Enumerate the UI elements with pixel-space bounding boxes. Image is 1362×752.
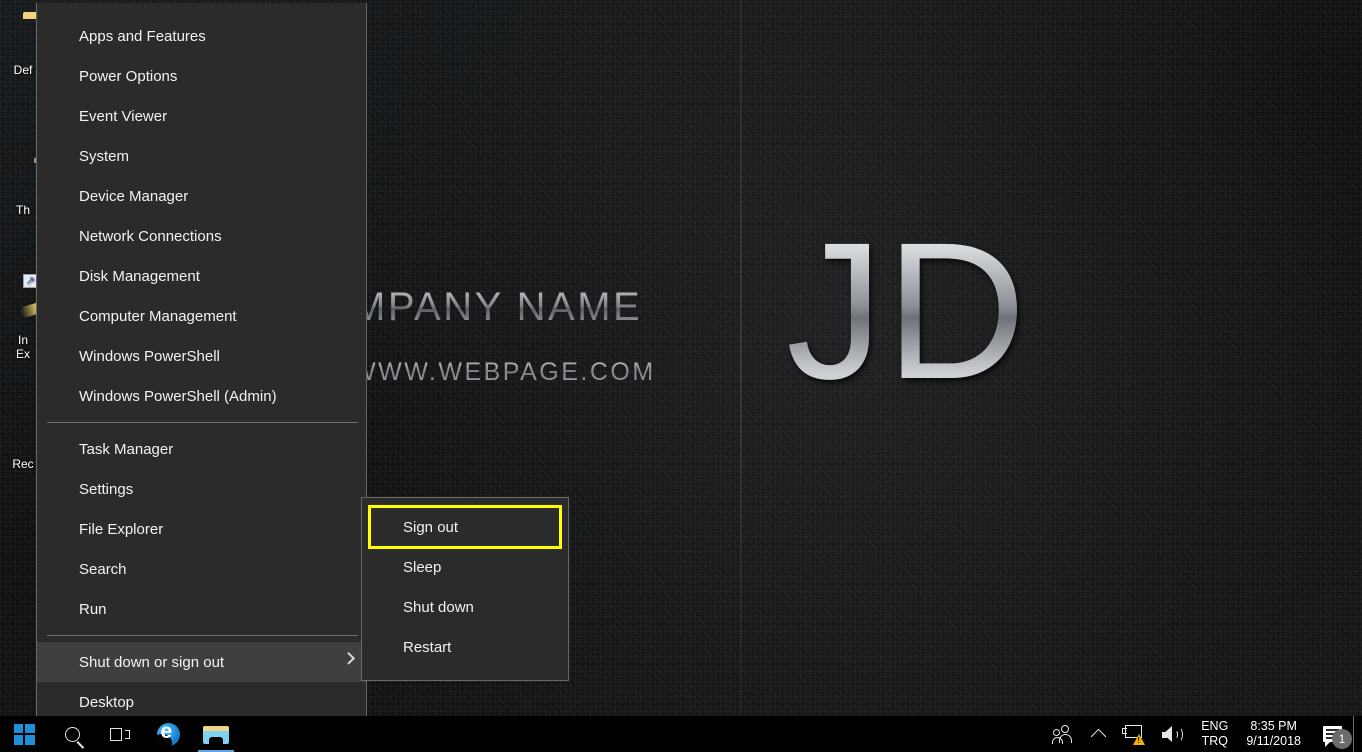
volume-icon xyxy=(1162,725,1184,743)
winx-context-menu[interactable]: Apps and Features Power Options Event Vi… xyxy=(36,3,367,722)
taskbar-item-edge[interactable] xyxy=(144,716,192,752)
edge-icon xyxy=(156,722,180,746)
menu-item-computer-management[interactable]: Computer Management xyxy=(37,296,366,336)
menu-item-label: File Explorer xyxy=(79,520,164,538)
clock[interactable]: 8:35 PM 9/11/2018 xyxy=(1236,716,1311,752)
menu-item-system[interactable]: System xyxy=(37,136,366,176)
search-icon xyxy=(64,726,80,742)
chevron-up-icon xyxy=(1090,728,1107,744)
menu-item-label: Shut down or sign out xyxy=(79,653,225,671)
menu-item-label: Computer Management xyxy=(79,307,237,325)
menu-separator xyxy=(47,422,358,423)
menu-item-settings[interactable]: Settings xyxy=(37,469,366,509)
menu-item-label: Windows PowerShell xyxy=(79,347,220,365)
menu-item-network-connections[interactable]: Network Connections xyxy=(37,216,366,256)
show-desktop-button[interactable] xyxy=(1353,716,1362,752)
chevron-right-icon xyxy=(342,651,356,665)
task-view-button[interactable] xyxy=(96,716,144,752)
menu-separator xyxy=(47,635,358,636)
search-button[interactable] xyxy=(48,716,96,752)
menu-item-windows-powershell-admin[interactable]: Windows PowerShell (Admin) xyxy=(37,376,366,416)
clock-time: 8:35 PM xyxy=(1250,719,1297,733)
shutdown-submenu[interactable]: Sign out Sleep Shut down Restart xyxy=(361,497,569,681)
menu-item-label: Event Viewer xyxy=(79,107,168,125)
menu-item-shut-down-or-sign-out[interactable]: Shut down or sign out xyxy=(37,642,366,682)
submenu-item-shut-down[interactable]: Shut down xyxy=(362,587,568,627)
taskbar-item-file-explorer[interactable] xyxy=(192,716,240,752)
network-status-button[interactable] xyxy=(1113,716,1153,752)
people-icon xyxy=(1052,725,1075,744)
menu-item-label: Settings xyxy=(79,480,134,498)
language-primary: ENG xyxy=(1201,719,1229,733)
menu-item-label: Search xyxy=(79,560,127,578)
menu-item-file-explorer[interactable]: File Explorer xyxy=(37,509,366,549)
people-button[interactable] xyxy=(1044,716,1084,752)
submenu-item-label: Sleep xyxy=(403,558,442,576)
file-explorer-icon xyxy=(203,724,229,744)
system-tray[interactable]: ENG TRQ 8:35 PM 9/11/2018 1 xyxy=(1044,716,1362,752)
menu-item-label: Device Manager xyxy=(79,187,189,205)
submenu-item-sleep[interactable]: Sleep xyxy=(362,547,568,587)
wallpaper-seam xyxy=(740,0,742,716)
menu-item-power-options[interactable]: Power Options xyxy=(37,56,366,96)
submenu-item-label: Restart xyxy=(403,638,452,656)
submenu-item-sign-out[interactable]: Sign out xyxy=(368,505,562,549)
volume-button[interactable] xyxy=(1153,716,1193,752)
menu-item-label: Run xyxy=(79,600,107,618)
menu-item-label: Disk Management xyxy=(79,267,200,285)
menu-item-event-viewer[interactable]: Event Viewer xyxy=(37,96,366,136)
menu-item-device-manager[interactable]: Device Manager xyxy=(37,176,366,216)
wallpaper-initials: JD xyxy=(786,202,1029,420)
windows-logo-icon xyxy=(13,723,35,745)
menu-item-apps-and-features[interactable]: Apps and Features xyxy=(37,16,366,56)
menu-item-search[interactable]: Search xyxy=(37,549,366,589)
menu-top-padding xyxy=(37,3,366,16)
notification-badge: 1 xyxy=(1332,729,1352,749)
task-view-icon xyxy=(110,727,130,742)
menu-item-label: Network Connections xyxy=(79,227,222,245)
start-button[interactable] xyxy=(0,716,48,752)
wallpaper-website: WWW.WEBPAGE.COM xyxy=(352,358,656,386)
menu-item-windows-powershell[interactable]: Windows PowerShell xyxy=(37,336,366,376)
menu-item-label: Power Options xyxy=(79,67,178,85)
menu-item-label: Desktop xyxy=(79,693,135,711)
wallpaper-company-name: MPANY NAME xyxy=(352,285,643,329)
menu-item-label: Apps and Features xyxy=(79,27,206,45)
clock-date: 9/11/2018 xyxy=(1246,734,1301,748)
action-center-button[interactable]: 1 xyxy=(1311,716,1353,752)
menu-item-label: System xyxy=(79,147,130,165)
menu-item-disk-management[interactable]: Disk Management xyxy=(37,256,366,296)
menu-item-task-manager[interactable]: Task Manager xyxy=(37,429,366,469)
menu-item-run[interactable]: Run xyxy=(37,589,366,629)
submenu-item-label: Shut down xyxy=(403,598,474,616)
submenu-top-padding xyxy=(362,498,568,507)
submenu-item-restart[interactable]: Restart xyxy=(362,627,568,667)
taskbar[interactable]: ENG TRQ 8:35 PM 9/11/2018 1 xyxy=(0,716,1362,752)
show-hidden-icons-button[interactable] xyxy=(1084,716,1113,752)
menu-item-label: Task Manager xyxy=(79,440,174,458)
menu-item-label: Windows PowerShell (Admin) xyxy=(79,387,277,405)
submenu-item-label: Sign out xyxy=(403,518,459,536)
language-secondary: TRQ xyxy=(1201,734,1228,748)
language-indicator[interactable]: ENG TRQ xyxy=(1193,716,1236,752)
network-warning-icon xyxy=(1122,725,1146,745)
